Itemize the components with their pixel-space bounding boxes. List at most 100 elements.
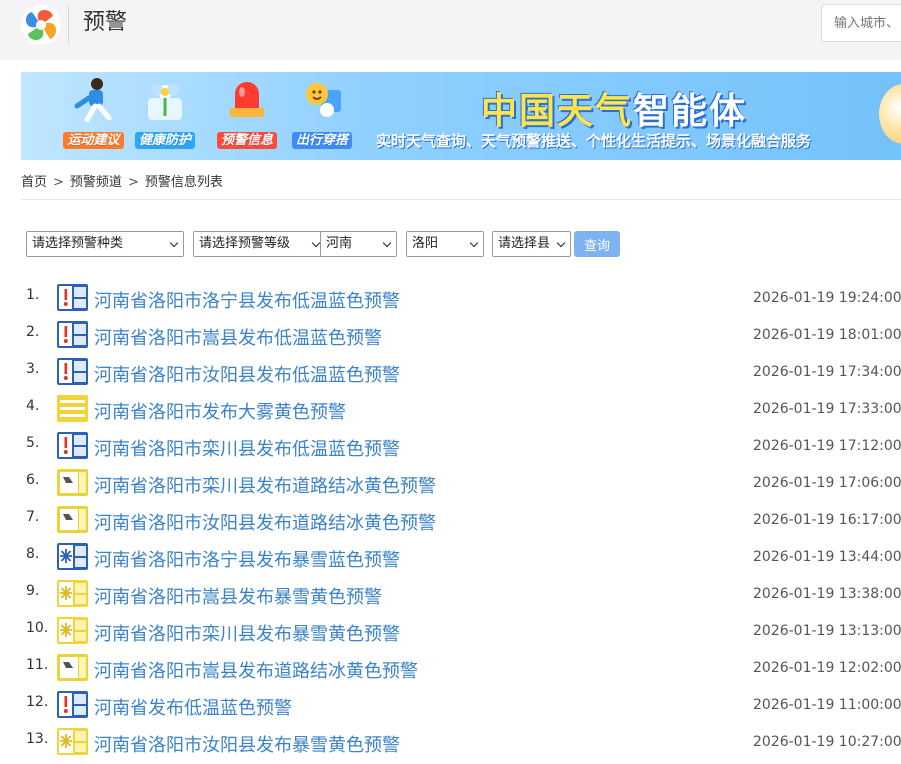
road-icing-yellow-icon[interactable]	[57, 506, 88, 533]
alert-title-link[interactable]: 河南省洛阳市嵩县发布暴雪黄色预警	[94, 583, 382, 609]
alert-time: 2026-01-19 18:01:00	[753, 327, 901, 343]
alert-index: 2.	[26, 324, 40, 340]
alert-time: 2026-01-19 13:13:00	[753, 623, 901, 639]
low-temperature-blue-icon[interactable]	[57, 358, 88, 385]
alert-row[interactable]: 11. 河南省洛阳市嵩县发布道路结冰黄色预警 2026-01-19 12:02:00	[0, 651, 901, 688]
low-temperature-blue-icon[interactable]	[57, 691, 88, 718]
query-button[interactable]: 查询	[574, 231, 620, 257]
banner-label-health: 健康防护	[134, 132, 195, 149]
alert-title-link[interactable]: 河南省洛阳市汝阳县发布暴雪黄色预警	[94, 731, 400, 757]
alert-index: 12.	[26, 694, 49, 710]
alert-title-link[interactable]: 河南省洛阳市栾川县发布低温蓝色预警	[94, 435, 400, 461]
alert-row[interactable]: 12. 河南省发布低温蓝色预警 2026-01-19 11:00:00	[0, 688, 901, 725]
alert-row[interactable]: 5. 河南省洛阳市栾川县发布低温蓝色预警 2026-01-19 17:12:00	[0, 429, 901, 466]
flower-icon	[148, 84, 182, 120]
alert-time: 2026-01-19 13:44:00	[753, 549, 901, 565]
alert-index: 8.	[26, 546, 40, 562]
alert-row[interactable]: 10. 河南省洛阳市栾川县发布暴雪黄色预警 2026-01-19 13:13:00	[0, 614, 901, 651]
top-header: 预警	[0, 0, 901, 60]
alert-row[interactable]: 3. 河南省洛阳市汝阳县发布低温蓝色预警 2026-01-19 17:34:00	[0, 355, 901, 392]
alert-index: 7.	[26, 509, 40, 525]
promo-banner[interactable]: 运动建议 健康防护 预警信息 出行穿搭 中国天气智能体 实时天气查询、天气预警推…	[21, 72, 901, 160]
breadcrumb-home[interactable]: 首页	[21, 175, 47, 190]
low-temperature-blue-icon[interactable]	[57, 321, 88, 348]
alert-index: 1.	[26, 287, 40, 303]
orb-decoration-icon	[879, 84, 901, 144]
city-search-input[interactable]	[821, 4, 901, 42]
alert-row[interactable]: 2. 河南省洛阳市嵩县发布低温蓝色预警 2026-01-19 18:01:00	[0, 318, 901, 355]
snowstorm-yellow-icon[interactable]	[57, 728, 88, 755]
snowstorm-yellow-icon[interactable]	[57, 617, 88, 644]
alert-title-link[interactable]: 河南省洛阳市嵩县发布低温蓝色预警	[94, 324, 382, 350]
banner-title: 中国天气智能体	[481, 82, 747, 134]
banner-title-yellow: 中国天气	[481, 91, 634, 132]
alert-index: 11.	[26, 657, 49, 673]
alert-time: 2026-01-19 17:33:00	[753, 401, 901, 417]
banner-subtitle: 实时天气查询、天气预警推送、个性化生活提示、场景化融合服务	[376, 132, 812, 150]
warning-level-select[interactable]: 请选择预警等级	[193, 231, 326, 257]
alert-title-link[interactable]: 河南省发布低温蓝色预警	[94, 694, 292, 720]
alert-index: 13.	[26, 731, 49, 747]
province-select[interactable]: 河南	[320, 231, 397, 257]
alert-time: 2026-01-19 12:02:00	[753, 660, 901, 676]
page-title: 预警	[83, 10, 128, 35]
running-person-icon	[74, 78, 111, 122]
alert-title-link[interactable]: 河南省洛阳市洛宁县发布低温蓝色预警	[94, 287, 400, 313]
banner-label-sports: 运动建议	[63, 132, 124, 149]
sun-icon	[306, 83, 341, 117]
alert-row[interactable]: 1. 河南省洛阳市洛宁县发布低温蓝色预警 2026-01-19 19:24:00	[0, 281, 901, 318]
heavy-fog-yellow-icon[interactable]	[57, 395, 88, 422]
pinwheel-logo-icon[interactable]	[20, 4, 62, 46]
alert-time: 2026-01-19 17:06:00	[753, 475, 901, 491]
alert-index: 6.	[26, 472, 40, 488]
warning-type-select[interactable]: 请选择预警种类	[26, 231, 184, 257]
alert-row[interactable]: 9. 河南省洛阳市嵩县发布暴雪黄色预警 2026-01-19 13:38:00	[0, 577, 901, 614]
alert-index: 10.	[26, 620, 49, 636]
alert-row[interactable]: 7. 河南省洛阳市汝阳县发布道路结冰黄色预警 2026-01-19 16:17:00	[0, 503, 901, 540]
alert-title-link[interactable]: 河南省洛阳市洛宁县发布暴雪蓝色预警	[94, 546, 400, 572]
alert-time: 2026-01-19 17:34:00	[753, 364, 901, 380]
breadcrumb-divider	[21, 199, 901, 200]
alert-title-link[interactable]: 河南省洛阳市嵩县发布道路结冰黄色预警	[94, 657, 418, 683]
low-temperature-blue-icon[interactable]	[57, 432, 88, 459]
siren-icon	[230, 82, 264, 117]
breadcrumb-channel[interactable]: 预警频道	[70, 175, 122, 190]
banner-item-warning[interactable]: 预警信息	[211, 72, 283, 160]
alert-title-link[interactable]: 河南省洛阳市栾川县发布道路结冰黄色预警	[94, 472, 436, 498]
alert-title-link[interactable]: 河南省洛阳市汝阳县发布道路结冰黄色预警	[94, 509, 436, 535]
alert-index: 3.	[26, 361, 40, 377]
county-select[interactable]: 请选择县	[492, 231, 571, 257]
alert-time: 2026-01-19 19:24:00	[753, 290, 901, 306]
banner-label-warning: 预警信息	[216, 132, 277, 149]
snowstorm-yellow-icon[interactable]	[57, 580, 88, 607]
alert-time: 2026-01-19 10:27:00	[753, 734, 901, 750]
breadcrumb-separator: >	[53, 175, 64, 190]
banner-title-white: 智能体	[633, 91, 748, 132]
alert-index: 4.	[26, 398, 40, 414]
alert-index: 9.	[26, 583, 40, 599]
alert-row[interactable]: 13. 河南省洛阳市汝阳县发布暴雪黄色预警 2026-01-19 10:27:00	[0, 725, 901, 762]
low-temperature-blue-icon[interactable]	[57, 284, 88, 311]
alert-time: 2026-01-19 16:17:00	[753, 512, 901, 528]
alert-row[interactable]: 8. 河南省洛阳市洛宁县发布暴雪蓝色预警 2026-01-19 13:44:00	[0, 540, 901, 577]
banner-label-outfit: 出行穿搭	[291, 132, 352, 149]
alert-title-link[interactable]: 河南省洛阳市汝阳县发布低温蓝色预警	[94, 361, 400, 387]
road-icing-yellow-icon[interactable]	[57, 469, 88, 496]
banner-item-sports[interactable]: 运动建议	[56, 72, 131, 160]
alert-time: 2026-01-19 13:38:00	[753, 586, 901, 602]
road-icing-yellow-icon[interactable]	[57, 654, 88, 681]
alert-time: 2026-01-19 17:12:00	[753, 438, 901, 454]
alert-index: 5.	[26, 435, 40, 451]
banner-item-outfit[interactable]: 出行穿搭	[286, 72, 358, 160]
alert-title-link[interactable]: 河南省洛阳市发布大雾黄色预警	[94, 398, 346, 424]
banner-item-health[interactable]: 健康防护	[129, 72, 201, 160]
breadcrumb-separator: >	[127, 175, 139, 190]
city-select[interactable]: 洛阳	[406, 231, 484, 257]
header-divider	[68, 6, 69, 44]
alert-row[interactable]: 6. 河南省洛阳市栾川县发布道路结冰黄色预警 2026-01-19 17:06:00	[0, 466, 901, 503]
alert-row[interactable]: 4. 河南省洛阳市发布大雾黄色预警 2026-01-19 17:33:00	[0, 392, 901, 429]
breadcrumb-current: 预警信息列表	[144, 175, 223, 190]
snowstorm-blue-icon[interactable]	[57, 543, 88, 570]
alert-title-link[interactable]: 河南省洛阳市栾川县发布暴雪黄色预警	[94, 620, 400, 646]
alert-time: 2026-01-19 11:00:00	[753, 697, 901, 713]
